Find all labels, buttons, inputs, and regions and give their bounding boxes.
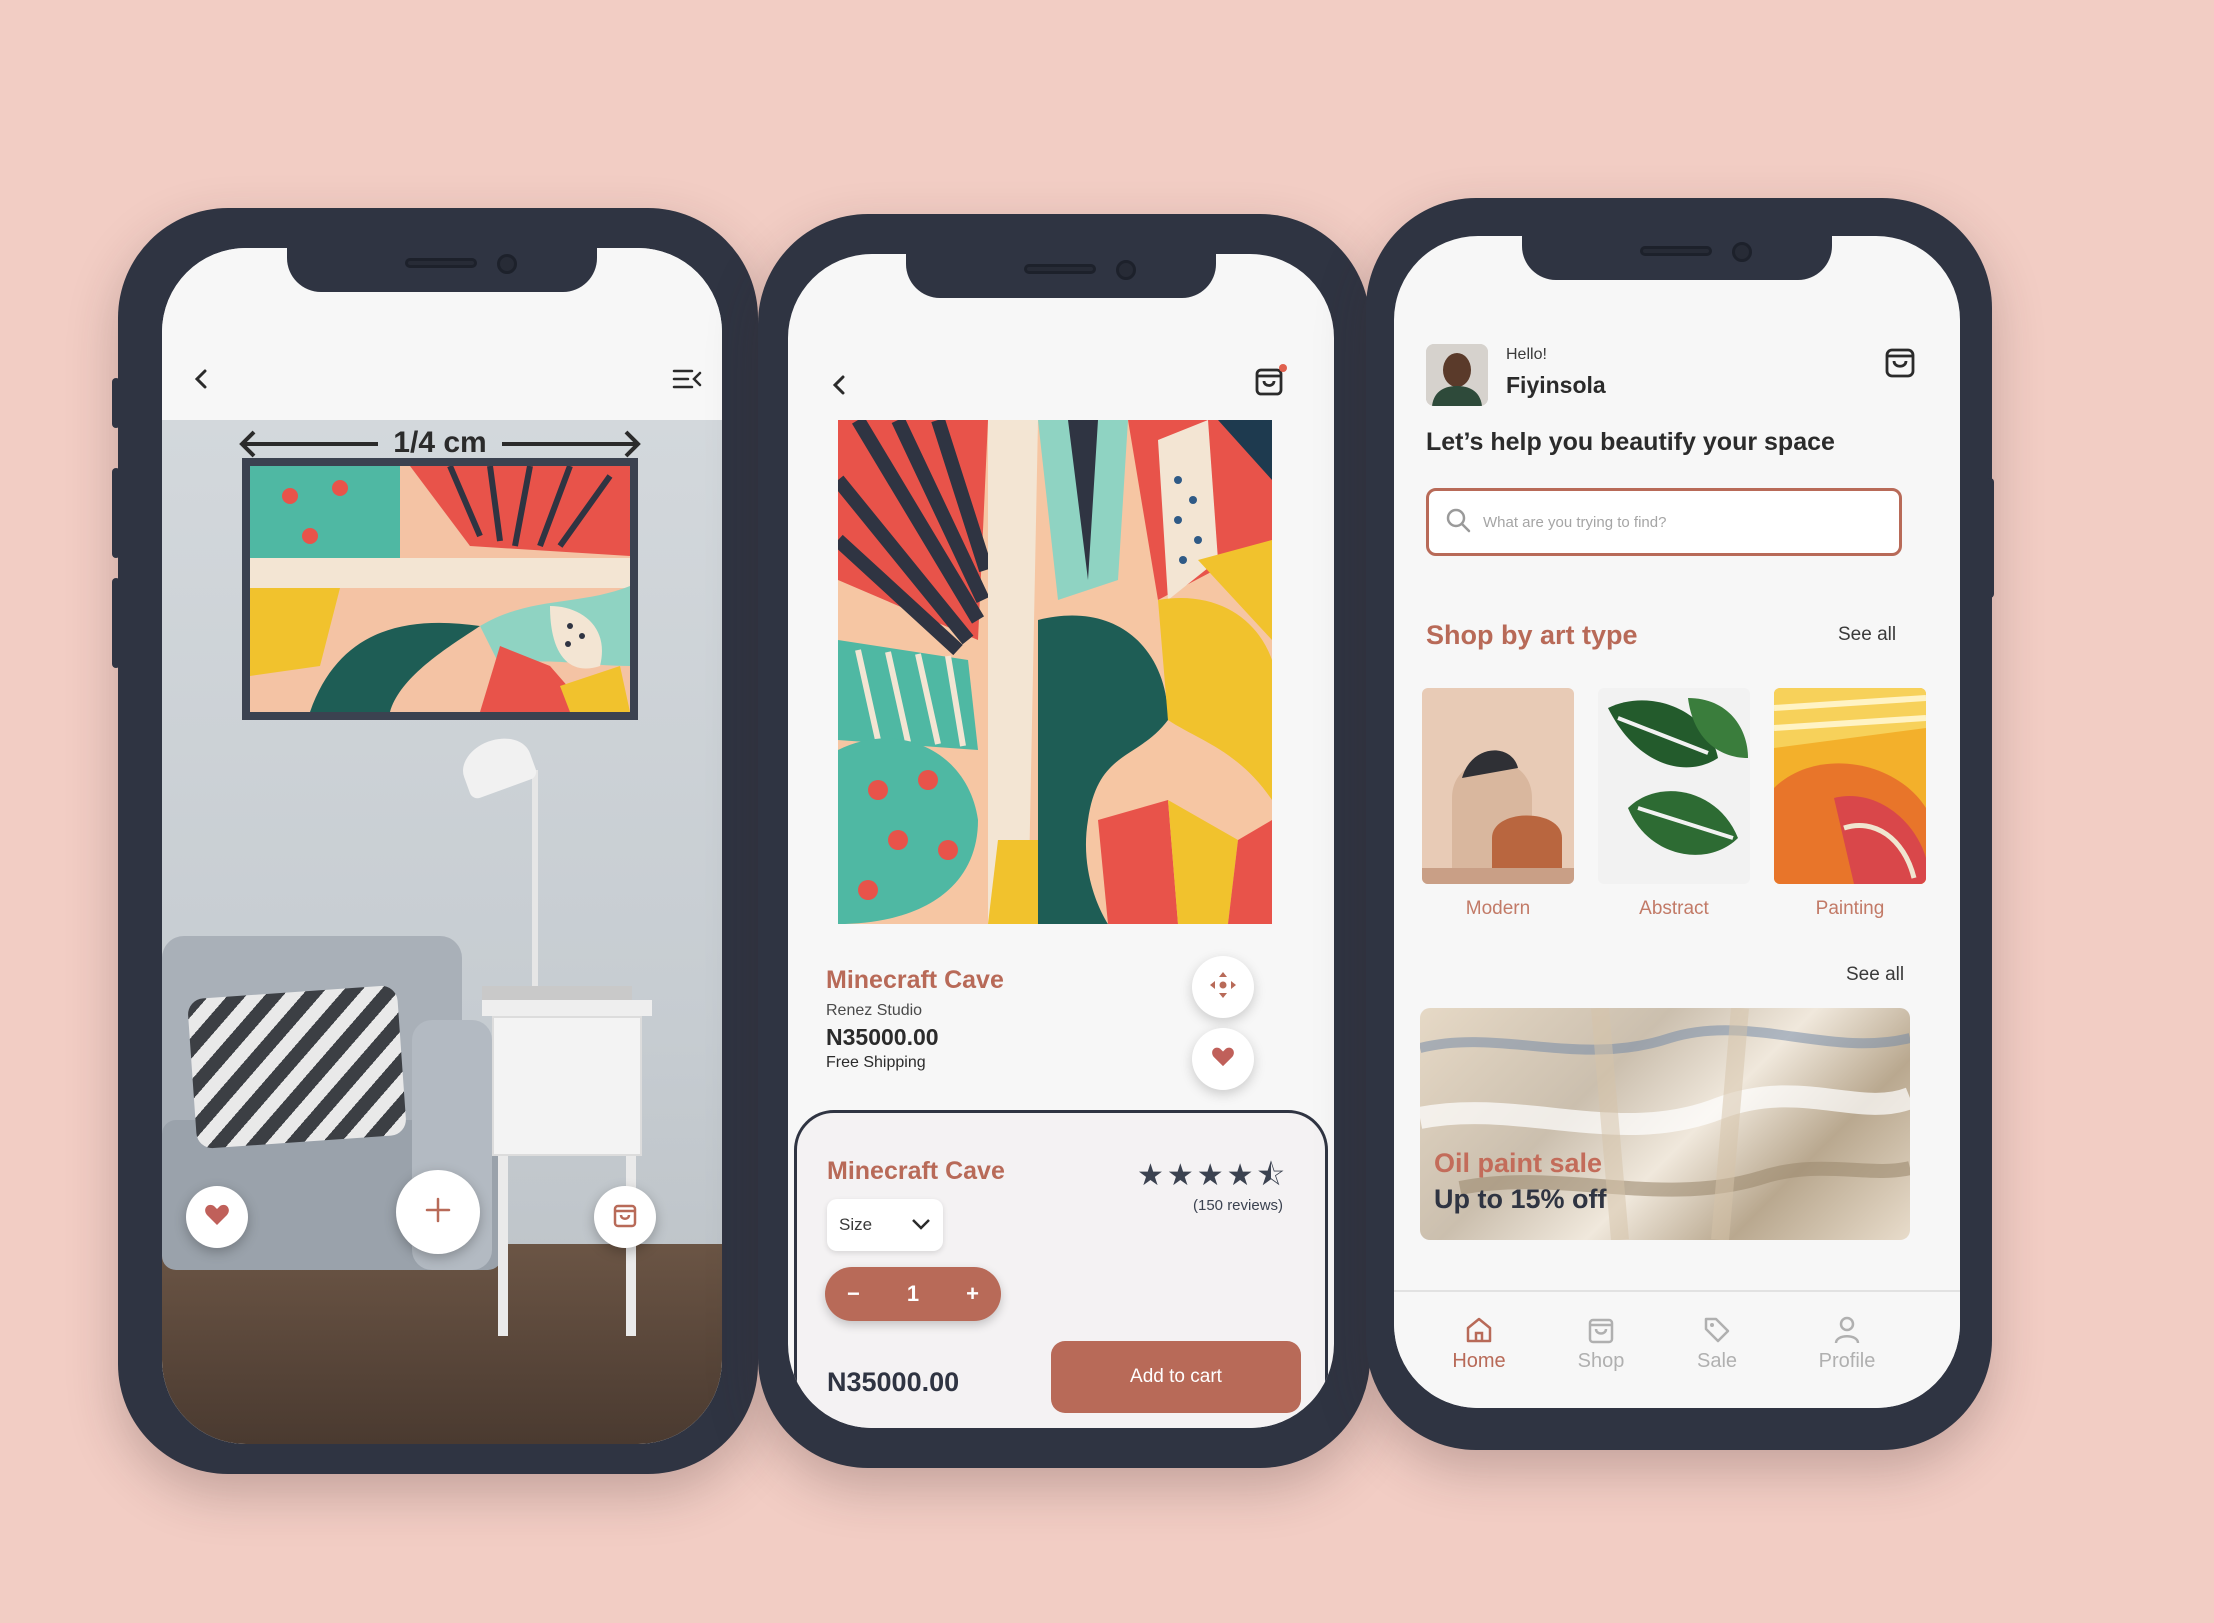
- tab-home-label: Home: [1452, 1350, 1506, 1372]
- product-artist: Renez Studio: [826, 1002, 923, 1019]
- home-screen: Hello! Fiyinsola Let’s help you beautify…: [1394, 236, 1960, 1408]
- tab-profile[interactable]: Profile: [1792, 1312, 1902, 1373]
- table-leg: [498, 1156, 508, 1336]
- tab-shop[interactable]: Shop: [1546, 1312, 1656, 1373]
- favorite-button[interactable]: [1192, 1028, 1254, 1090]
- floor: [162, 1244, 722, 1444]
- cart-button[interactable]: [594, 1186, 656, 1248]
- bag-icon: [1253, 363, 1287, 404]
- notch: [1522, 236, 1832, 280]
- tab-shop-label: Shop: [1577, 1350, 1625, 1372]
- tagline: Let’s help you beautify your space: [1426, 428, 1835, 456]
- bag-icon: [611, 1201, 639, 1234]
- tag-icon: [1662, 1312, 1772, 1348]
- category-modern-label[interactable]: Modern: [1422, 898, 1574, 920]
- sale-banner[interactable]: Oil paint sale Up to 15% off: [1420, 1008, 1910, 1240]
- total-price: N35000.00: [827, 1367, 960, 1397]
- product-price: N35000.00: [826, 1024, 939, 1050]
- increase-button[interactable]: +: [966, 1281, 979, 1307]
- chevron-left-icon[interactable]: [186, 364, 216, 394]
- side-table-drawer: [492, 1016, 642, 1156]
- pillow: [187, 984, 407, 1150]
- side-button: [112, 468, 120, 558]
- bag-icon: [1884, 344, 1916, 383]
- plus-icon: [425, 1197, 451, 1228]
- menu-collapse-icon[interactable]: [670, 364, 704, 394]
- measurement-label: 1/4 cm: [393, 426, 487, 459]
- purchase-sheet: Minecraft Cave ★★★★⯪ (150 reviews) Size …: [794, 1110, 1328, 1428]
- category-abstract-image[interactable]: [1598, 688, 1750, 884]
- product-artwork: [838, 420, 1272, 924]
- tab-sale[interactable]: Sale: [1662, 1312, 1772, 1373]
- size-select-label: Size: [839, 1215, 873, 1234]
- lamp: [532, 770, 538, 1010]
- greeting: Hello!: [1506, 346, 1547, 363]
- sheet-title: Minecraft Cave: [827, 1157, 1005, 1185]
- phone-home: Hello! Fiyinsola Let’s help you beautify…: [1366, 198, 1994, 1450]
- lamp-shade: [455, 729, 539, 801]
- search-input[interactable]: [1483, 513, 1863, 531]
- side-button: [112, 578, 120, 668]
- placed-artwork: [242, 458, 638, 720]
- user-name: Fiyinsola: [1506, 372, 1606, 398]
- section-title: Shop by art type: [1426, 620, 1638, 650]
- chevron-left-icon[interactable]: [824, 370, 854, 400]
- search-icon: [1445, 507, 1471, 538]
- decrease-button[interactable]: −: [847, 1281, 860, 1307]
- add-to-cart-button[interactable]: Add to cart: [1051, 1341, 1301, 1413]
- search-bar: [1426, 488, 1902, 556]
- avatar[interactable]: [1426, 344, 1488, 406]
- shipping-info: Free Shipping: [826, 1054, 926, 1071]
- user-icon: [1792, 1312, 1902, 1348]
- see-all-link[interactable]: See all: [1838, 624, 1896, 646]
- notch: [906, 254, 1216, 298]
- add-button[interactable]: [396, 1170, 480, 1254]
- banner-title: Oil paint sale: [1434, 1148, 1603, 1178]
- books: [482, 986, 632, 1000]
- view-in-room-button[interactable]: [1192, 956, 1254, 1018]
- tab-home[interactable]: Home: [1424, 1312, 1534, 1373]
- tab-sale-label: Sale: [1696, 1350, 1738, 1372]
- side-table: [482, 1000, 652, 1016]
- bag-icon: [1546, 1312, 1656, 1348]
- quantity-stepper: − 1 +: [825, 1267, 1001, 1321]
- category-abstract-label[interactable]: Abstract: [1598, 898, 1750, 920]
- banner-subtitle: Up to 15% off: [1434, 1184, 1607, 1214]
- notch: [287, 248, 597, 292]
- move-icon: [1208, 970, 1238, 1005]
- room-camera-view: 1/4 cm: [162, 420, 722, 1444]
- quantity-value: 1: [906, 1281, 920, 1306]
- product-screen: Minecraft Cave Renez Studio N35000.00 Fr…: [788, 254, 1334, 1428]
- ar-screen: 1/4 cm: [162, 248, 722, 1444]
- side-button: [112, 378, 120, 428]
- see-all-link[interactable]: See all: [1846, 964, 1904, 986]
- side-button: [1986, 478, 1994, 598]
- tab-bar: Home Shop Sale Profile: [1394, 1290, 1960, 1408]
- review-count[interactable]: (150 reviews): [1193, 1197, 1283, 1214]
- chevron-down-icon: [911, 1215, 931, 1235]
- cart-button[interactable]: [1880, 342, 1920, 384]
- tab-profile-label: Profile: [1818, 1350, 1876, 1372]
- product-title: Minecraft Cave: [826, 966, 1004, 994]
- category-painting-label[interactable]: Painting: [1774, 898, 1926, 920]
- category-painting-image[interactable]: [1774, 688, 1926, 884]
- measurement-indicator: 1/4 cm: [238, 426, 642, 462]
- home-icon: [1424, 1312, 1534, 1348]
- size-select[interactable]: Size: [827, 1199, 943, 1251]
- favorite-button[interactable]: [186, 1186, 248, 1248]
- phone-product-detail: Minecraft Cave Renez Studio N35000.00 Fr…: [758, 214, 1370, 1468]
- heart-icon: [204, 1203, 230, 1232]
- cart-button[interactable]: [1250, 362, 1290, 404]
- heart-icon: [1211, 1046, 1235, 1073]
- category-modern-image[interactable]: [1422, 688, 1574, 884]
- phone-ar-preview: 1/4 cm: [112, 208, 758, 1474]
